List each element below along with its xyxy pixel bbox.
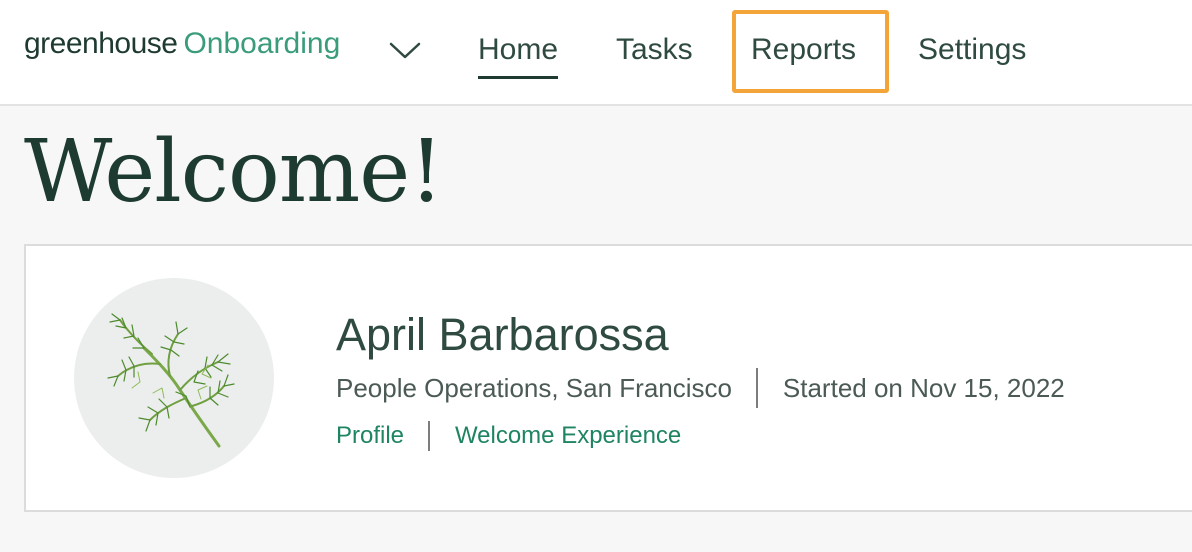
profile-links: Profile Welcome Experience	[336, 416, 681, 456]
link-divider	[428, 421, 431, 451]
dill-sprig-icon	[107, 313, 235, 448]
page-title: Welcome!	[24, 122, 444, 222]
brand-logo-text: greenhouse	[24, 27, 178, 60]
welcome-experience-link[interactable]: Welcome Experience	[455, 416, 681, 456]
profile-link[interactable]: Profile	[336, 416, 404, 456]
department-location: People Operations, San Francisco	[336, 373, 732, 403]
nav-home[interactable]: Home	[478, 26, 559, 79]
app-brand[interactable]: greenhouse Onboarding	[24, 26, 340, 62]
avatar	[74, 278, 274, 478]
brand-product-name: Onboarding	[183, 27, 341, 60]
top-navigation-bar: greenhouse Onboarding Home Tasks Reports …	[0, 0, 1192, 106]
profile-card: April Barbarossa People Operations, San …	[24, 244, 1192, 512]
employee-name: April Barbarossa	[336, 309, 669, 360]
nav-tasks[interactable]: Tasks	[616, 26, 693, 74]
start-date: Started on Nov 15, 2022	[782, 373, 1065, 403]
meta-divider	[756, 368, 759, 408]
nav-reports[interactable]: Reports	[751, 26, 856, 74]
employee-details: People Operations, San Francisco Started…	[336, 368, 1065, 408]
nav-settings[interactable]: Settings	[918, 26, 1026, 74]
chevron-down-icon[interactable]	[388, 38, 422, 62]
